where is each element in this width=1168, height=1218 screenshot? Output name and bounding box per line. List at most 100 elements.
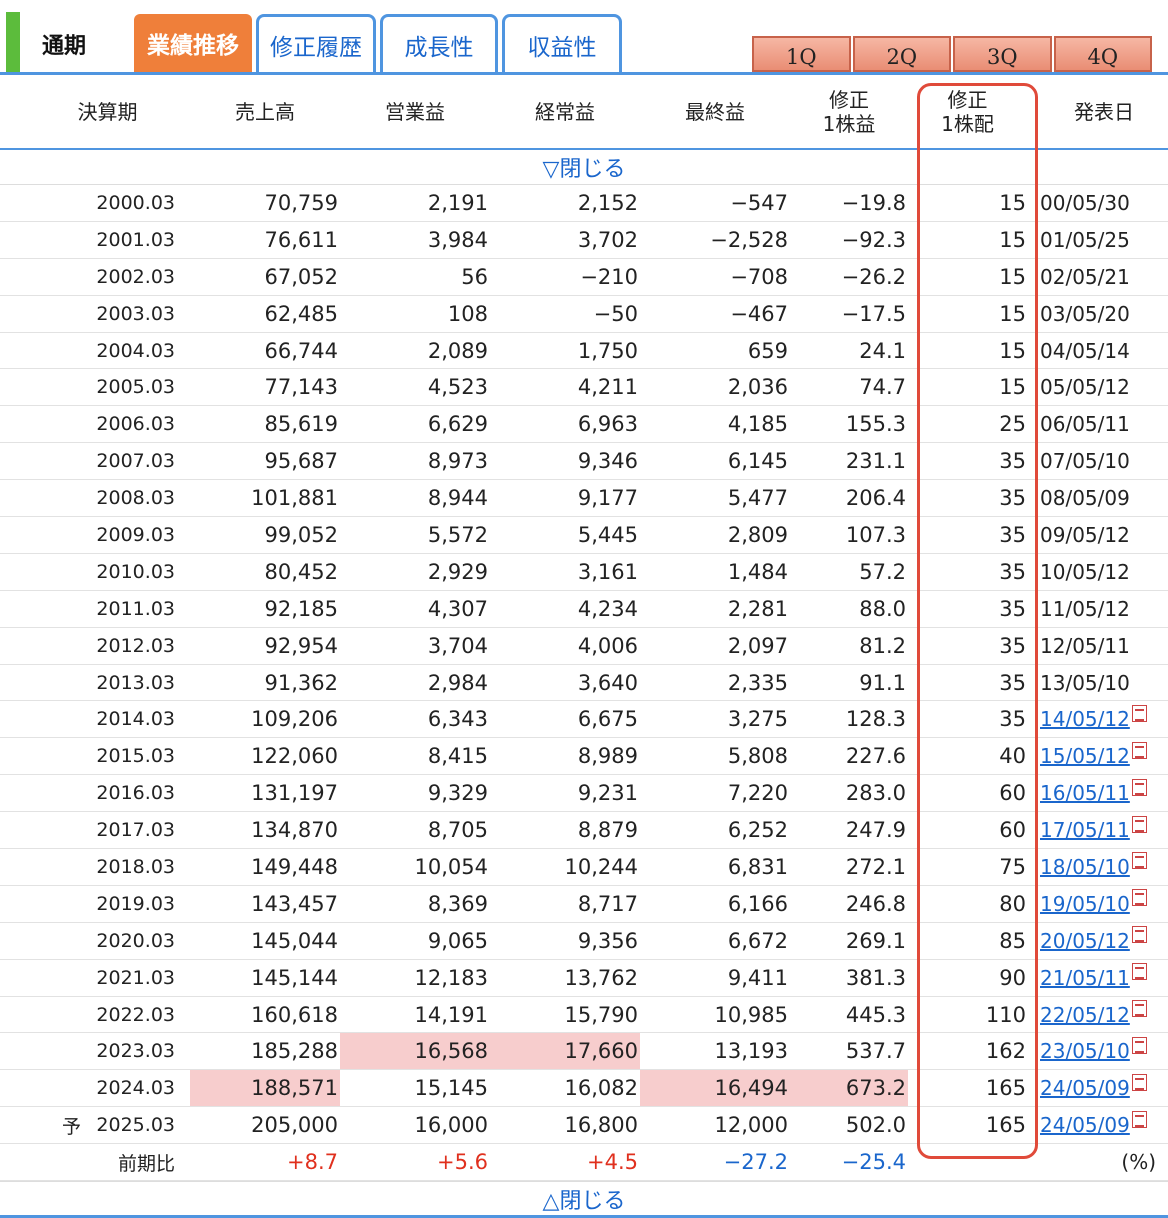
pdf-icon[interactable] xyxy=(1131,963,1147,981)
row-sales: 92,185 xyxy=(264,596,338,621)
pdf-icon[interactable] xyxy=(1131,1073,1147,1091)
table-row: 2005.03 77,143 4,523 4,211 2,036 74.7 15 05/05/… xyxy=(0,369,1168,407)
tab-revision-history[interactable]: 修正履歴 xyxy=(256,14,376,72)
tab-profitability[interactable]: 収益性 xyxy=(502,14,622,72)
pdf-icon[interactable] xyxy=(1131,704,1147,722)
row-eps: 81.2 xyxy=(859,633,906,658)
row-ordinary: 2,152 xyxy=(577,190,638,215)
row-announce-date[interactable]: 23/05/10 xyxy=(1040,1033,1168,1069)
pdf-icon[interactable] xyxy=(1131,852,1147,870)
row-eps: 247.9 xyxy=(845,818,906,843)
announce-date-link[interactable]: 14/05/12 xyxy=(1040,707,1130,731)
tab-divider xyxy=(0,72,1168,75)
table-row: 2024.03 188,571 15,145 16,082 16,494 673.2 165… xyxy=(0,1070,1168,1108)
row-announce-date: 02/05/21 xyxy=(1040,259,1168,295)
row-period: 2011.03 xyxy=(96,597,175,620)
row-announce-date[interactable]: 16/05/11 xyxy=(1040,775,1168,811)
change-unit: (%) xyxy=(1121,1150,1156,1175)
pdf-icon[interactable] xyxy=(1131,741,1147,759)
row-dividend: 165 xyxy=(985,1076,1026,1101)
collapse-toggle-top[interactable]: ▽閉じる xyxy=(0,150,1168,185)
row-period: 2017.03 xyxy=(96,819,175,842)
row-announce-date[interactable]: 22/05/12 xyxy=(1040,997,1168,1033)
row-eps: 107.3 xyxy=(845,522,906,547)
row-eps: 502.0 xyxy=(845,1113,906,1138)
quarter-button-4q[interactable]: 4Q xyxy=(1053,36,1152,72)
announce-date-link[interactable]: 16/05/11 xyxy=(1040,781,1130,805)
row-net: 5,808 xyxy=(727,744,788,769)
row-sales: 188,571 xyxy=(190,1070,340,1107)
row-net: 6,672 xyxy=(727,928,788,953)
row-net: −2,528 xyxy=(710,227,788,252)
row-eps: 91.1 xyxy=(859,670,906,695)
pdf-icon[interactable] xyxy=(1131,926,1147,944)
row-announce-date[interactable]: 19/05/10 xyxy=(1040,886,1168,922)
row-operating: 6,629 xyxy=(427,412,488,437)
quarter-button-3q[interactable]: 3Q xyxy=(953,36,1052,72)
row-dividend: 15 xyxy=(999,338,1026,363)
row-period: 2015.03 xyxy=(96,745,175,768)
row-net: 4,185 xyxy=(727,412,788,437)
row-sales: 109,206 xyxy=(251,707,338,732)
row-announce-date: 04/05/14 xyxy=(1040,333,1168,369)
row-net: 3,275 xyxy=(727,707,788,732)
row-dividend: 15 xyxy=(999,190,1026,215)
pdf-icon[interactable] xyxy=(1131,1000,1147,1018)
row-operating: 14,191 xyxy=(414,1002,488,1027)
table-header: 決算期 売上高 営業益 経常益 最終益 修正 1株益 修正 1株配 発表日 xyxy=(0,76,1168,150)
announce-date-link[interactable]: 22/05/12 xyxy=(1040,1003,1130,1027)
pdf-icon[interactable] xyxy=(1131,815,1147,833)
row-operating: 56 xyxy=(461,264,488,289)
pdf-icon[interactable] xyxy=(1131,1036,1147,1054)
row-period: 2000.03 xyxy=(96,191,175,214)
row-operating: 8,369 xyxy=(427,891,488,916)
row-net: −708 xyxy=(730,264,788,289)
row-ordinary: 8,879 xyxy=(577,818,638,843)
row-announce-date[interactable]: 18/05/10 xyxy=(1040,849,1168,885)
row-dividend: 90 xyxy=(999,965,1026,990)
row-eps: 24.1 xyxy=(859,338,906,363)
row-net: 16,494 xyxy=(640,1070,790,1107)
row-period: 2021.03 xyxy=(96,966,175,989)
table-row: 2020.03 145,044 9,065 9,356 6,672 269.1 85 20/0… xyxy=(0,923,1168,960)
row-net: 2,809 xyxy=(727,522,788,547)
announce-date-link[interactable]: 19/05/10 xyxy=(1040,892,1130,916)
quarter-button-1q[interactable]: 1Q xyxy=(752,36,851,72)
row-net: 9,411 xyxy=(727,965,788,990)
announce-date-link[interactable]: 18/05/10 xyxy=(1040,855,1130,879)
tab-bar: 通期 業績推移 修正履歴 成長性 収益性 1Q 2Q 3Q 4Q xyxy=(0,0,1168,76)
row-dividend: 15 xyxy=(999,264,1026,289)
pdf-icon[interactable] xyxy=(1131,778,1147,796)
announce-date-link[interactable]: 24/05/09 xyxy=(1040,1076,1130,1100)
row-announce-date[interactable]: 17/05/11 xyxy=(1040,812,1168,848)
announce-date-link[interactable]: 20/05/12 xyxy=(1040,929,1130,953)
row-operating: 4,307 xyxy=(427,596,488,621)
row-announce-date[interactable]: 24/05/09 xyxy=(1040,1070,1168,1106)
row-announce-date[interactable]: 20/05/12 xyxy=(1040,923,1168,959)
row-operating: 16,568 xyxy=(340,1033,490,1070)
row-dividend: 35 xyxy=(999,670,1026,695)
row-sales: 62,485 xyxy=(264,301,338,326)
pdf-icon[interactable] xyxy=(1131,889,1147,907)
row-eps: 381.3 xyxy=(845,965,906,990)
header-ordinary: 経常益 xyxy=(535,100,595,124)
announce-date-text: 11/05/12 xyxy=(1040,596,1130,621)
announce-date-link[interactable]: 21/05/11 xyxy=(1040,966,1130,990)
row-announce-date[interactable]: 24/05/09 xyxy=(1040,1107,1168,1143)
announce-date-link[interactable]: 23/05/10 xyxy=(1040,1039,1130,1063)
announce-date-link[interactable]: 15/05/12 xyxy=(1040,744,1130,768)
header-period: 決算期 xyxy=(77,100,138,124)
announce-date-link[interactable]: 24/05/09 xyxy=(1040,1113,1130,1137)
row-operating: 10,054 xyxy=(414,854,488,879)
row-announce-date[interactable]: 14/05/12 xyxy=(1040,701,1168,737)
row-sales: 85,619 xyxy=(264,412,338,437)
row-announce-date[interactable]: 15/05/12 xyxy=(1040,738,1168,774)
announce-date-link[interactable]: 17/05/11 xyxy=(1040,818,1130,842)
tab-results-trend[interactable]: 業績推移 xyxy=(134,14,252,72)
quarter-button-2q[interactable]: 2Q xyxy=(852,36,951,72)
tab-growth[interactable]: 成長性 xyxy=(380,14,498,72)
row-announce-date[interactable]: 21/05/11 xyxy=(1040,960,1168,996)
pdf-icon[interactable] xyxy=(1131,1110,1147,1128)
row-sales: 131,197 xyxy=(251,781,338,806)
announce-date-text: 06/05/11 xyxy=(1040,412,1130,437)
